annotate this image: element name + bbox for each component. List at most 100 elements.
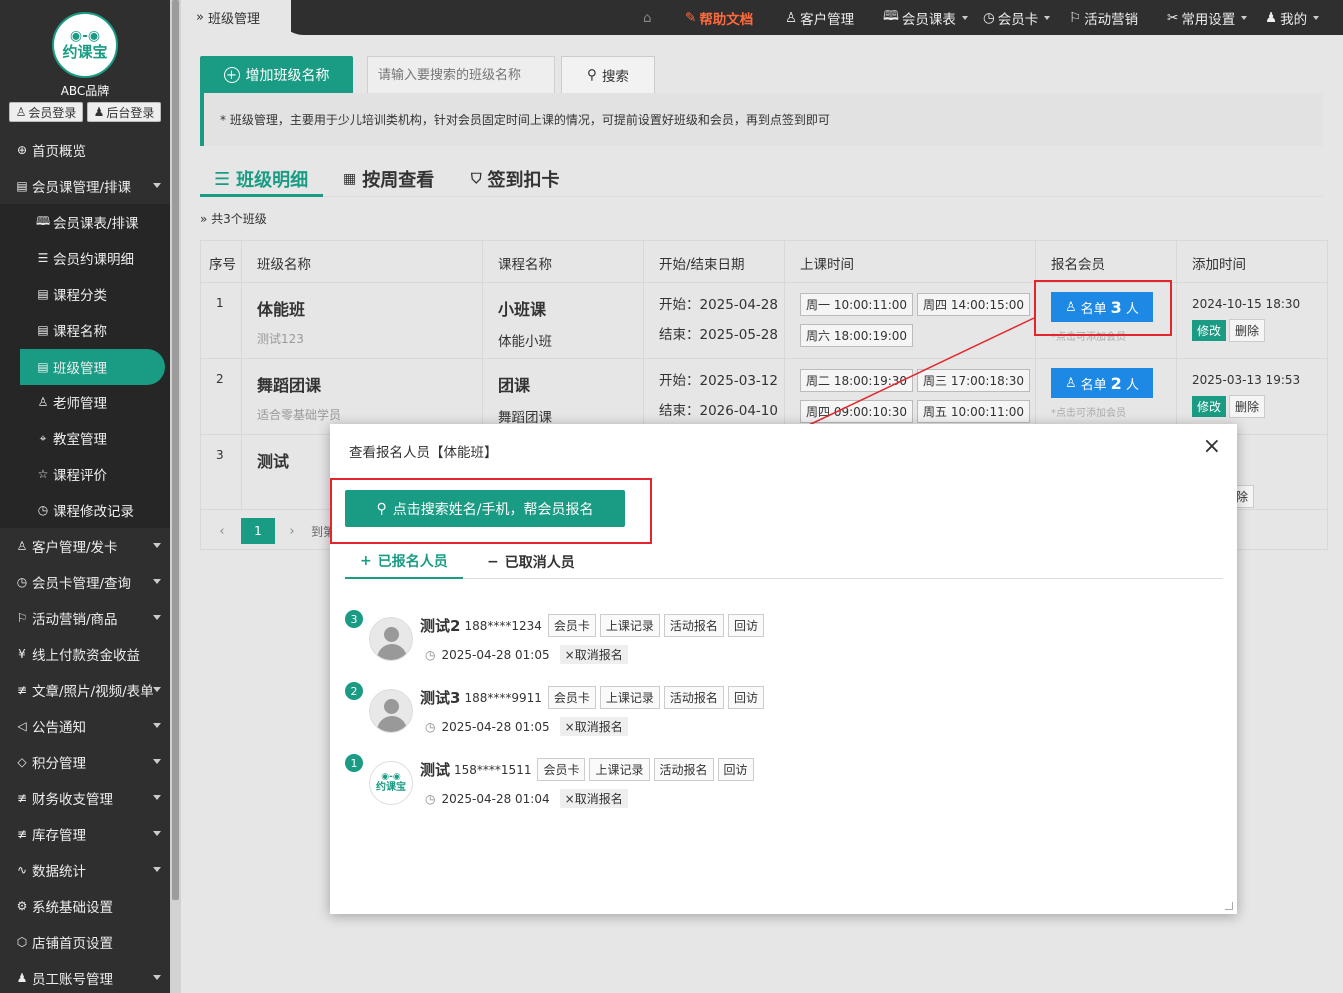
nav-teacher[interactable]: ♙ 老师管理	[0, 384, 170, 420]
nav-class-management[interactable]: ▤ 班级管理	[20, 349, 165, 385]
person-icon: ♟	[1265, 9, 1278, 26]
nav-statistics[interactable]: ∿ 数据统计	[0, 852, 170, 888]
user-icon: ♙	[16, 539, 28, 553]
nav-label: 班级管理	[53, 361, 107, 377]
row-index: 3	[200, 434, 242, 511]
member-login-button[interactable]: ♙ 会员登录	[9, 102, 83, 122]
nav-schedule[interactable]: 🕮 会员课表/排课	[0, 204, 170, 240]
top-marketing[interactable]: ⚐ 活动营销	[1069, 0, 1138, 35]
chevron-down-icon	[153, 759, 161, 764]
class-record-button[interactable]: 上课记录	[589, 758, 650, 781]
shield-check-icon: ⛉	[471, 171, 482, 187]
top-member-card[interactable]: ◷ 会员卡	[983, 0, 1051, 35]
tab-weekly-view[interactable]: ▦ 按周查看	[343, 163, 434, 195]
nav-label: 公告通知	[32, 720, 86, 736]
revisit-button[interactable]: 回访	[727, 614, 764, 637]
nav-booking-detail[interactable]: ☰ 会员约课明细	[0, 240, 170, 276]
clock-icon: ◷	[425, 719, 436, 734]
tab-enrolled[interactable]: + 已报名人员	[345, 544, 463, 579]
revisit-button[interactable]: 回访	[727, 686, 764, 709]
top-label: 我的	[1280, 11, 1308, 28]
nav-label: 线上付款资金收益	[32, 648, 140, 664]
member-card-button[interactable]: 会员卡	[547, 614, 596, 637]
top-schedule[interactable]: 🕮 会员课表	[883, 0, 968, 35]
edit-button[interactable]: 修改	[1192, 396, 1227, 417]
nav-staff[interactable]: ♟ 员工账号管理	[0, 960, 170, 993]
member-phone: 188****9911	[464, 690, 542, 705]
nav-customer[interactable]: ♙ 客户管理/发卡	[0, 528, 170, 564]
delete-button[interactable]: 删除	[1229, 319, 1266, 342]
top-customer[interactable]: ♙ 客户管理	[785, 0, 854, 35]
tab-cancelled[interactable]: − 已取消人员	[487, 544, 575, 579]
user-icon: ♙	[37, 395, 49, 409]
nav-system-settings[interactable]: ⚙ 系统基础设置	[0, 888, 170, 924]
page-current[interactable]: 1	[241, 518, 275, 544]
nav-shop-home[interactable]: ⬡ 店铺首页设置	[0, 924, 170, 960]
nav-change-log[interactable]: ◷ 课程修改记录	[0, 492, 170, 528]
member-item: 2 测试3 188****9911 会员卡 上课记录 活动报名 回访 ◷ 2025…	[345, 682, 1225, 747]
edit-button[interactable]: 修改	[1192, 320, 1227, 341]
prev-page-icon[interactable]: ‹	[213, 518, 231, 544]
search-button[interactable]: ⚲ 搜索	[561, 56, 655, 94]
nav-member-card[interactable]: ◷ 会员卡管理/查询	[0, 564, 170, 600]
nav-payment[interactable]: ¥ 线上付款资金收益	[0, 636, 170, 672]
sliders-icon: ≢	[16, 827, 28, 841]
person-icon: ♟	[93, 105, 105, 119]
top-help-docs[interactable]: ✎ 帮助文档	[685, 0, 753, 35]
top-settings[interactable]: ✂ 常用设置	[1167, 0, 1248, 35]
nav-marketing[interactable]: ⚐ 活动营销/商品	[0, 600, 170, 636]
tab-class-detail[interactable]: ☰ 班级明细	[214, 163, 308, 195]
cancel-enroll-button[interactable]: ×取消报名	[559, 645, 628, 664]
dialog-title: 查看报名人员【体能班】	[349, 445, 498, 461]
speaker-icon: ◁	[17, 719, 27, 733]
resize-handle[interactable]	[1225, 902, 1233, 910]
enroll-hint: *点击可添加会员	[1051, 408, 1126, 419]
revisit-button[interactable]: 回访	[717, 758, 754, 781]
nav-course-category[interactable]: ▤ 课程分类	[0, 276, 170, 312]
delete-button[interactable]: 删除	[1229, 395, 1266, 418]
edit-icon: ✎	[685, 9, 697, 26]
nav-course-management[interactable]: ▤ 会员课管理/排课	[0, 168, 170, 204]
doc-icon: ▤	[37, 360, 49, 374]
activity-signup-button[interactable]: 活动报名	[653, 758, 714, 781]
activity-signup-button[interactable]: 活动报名	[663, 686, 724, 709]
enroll-count: 2	[1110, 373, 1122, 393]
member-item: 1 ◉-◉ 约课宝 测试 158****1511 会员卡 上课记录 活动报名 回访…	[345, 754, 1225, 819]
chevron-down-icon	[153, 687, 161, 692]
nav-points[interactable]: ◇ 积分管理	[0, 744, 170, 780]
clock-icon: ◷	[983, 9, 995, 26]
time-chip: 周六 18:00:19:00	[800, 324, 914, 347]
tab-checkin[interactable]: ⛉ 签到扣卡	[471, 163, 560, 195]
cancel-enroll-button[interactable]: ×取消报名	[559, 717, 628, 736]
nav-label: 首页概览	[32, 144, 86, 160]
nav-content[interactable]: ≢ 文章/照片/视频/表单	[0, 672, 170, 708]
nav-finance[interactable]: ≢ 财务收支管理	[0, 780, 170, 816]
activity-signup-button[interactable]: 活动报名	[663, 614, 724, 637]
top-label: 常用设置	[1181, 11, 1236, 28]
enroll-list-button[interactable]: ♙ 名单 2 人	[1051, 368, 1153, 398]
gear-icon: ⚙	[16, 899, 28, 913]
clock-icon: ◷	[37, 503, 49, 517]
member-card-button[interactable]: 会员卡	[537, 758, 586, 781]
close-icon[interactable]: ×	[1203, 434, 1221, 459]
sidebar-scroll-thumb[interactable]	[172, 0, 179, 900]
next-page-icon[interactable]: ›	[283, 518, 301, 544]
home-icon[interactable]: ⌂	[643, 0, 652, 35]
class-record-button[interactable]: 上课记录	[599, 614, 660, 637]
nav-home[interactable]: ⊕ 首页概览	[0, 132, 170, 168]
admin-login-button[interactable]: ♟ 后台登录	[87, 102, 161, 122]
cancel-enroll-button[interactable]: ×取消报名	[559, 789, 628, 808]
nav-evaluation[interactable]: ☆ 课程评价	[0, 456, 170, 492]
nav-notice[interactable]: ◁ 公告通知	[0, 708, 170, 744]
member-card-button[interactable]: 会员卡	[547, 686, 596, 709]
nav-inventory[interactable]: ≢ 库存管理	[0, 816, 170, 852]
class-search-input[interactable]	[367, 56, 555, 94]
nav-classroom[interactable]: ⌖ 教室管理	[0, 420, 170, 456]
add-class-button[interactable]: + 增加班级名称	[200, 56, 353, 94]
nav-course-name[interactable]: ▤ 课程名称	[0, 312, 170, 348]
class-record-button[interactable]: 上课记录	[599, 686, 660, 709]
member-row: 测试2 188****1234 会员卡 上课记录 活动报名 回访	[420, 614, 764, 637]
top-mine[interactable]: ♟ 我的	[1265, 0, 1320, 35]
member-tabs: + 已报名人员 − 已取消人员	[345, 544, 1223, 579]
logo-text: 约课宝	[62, 43, 108, 61]
